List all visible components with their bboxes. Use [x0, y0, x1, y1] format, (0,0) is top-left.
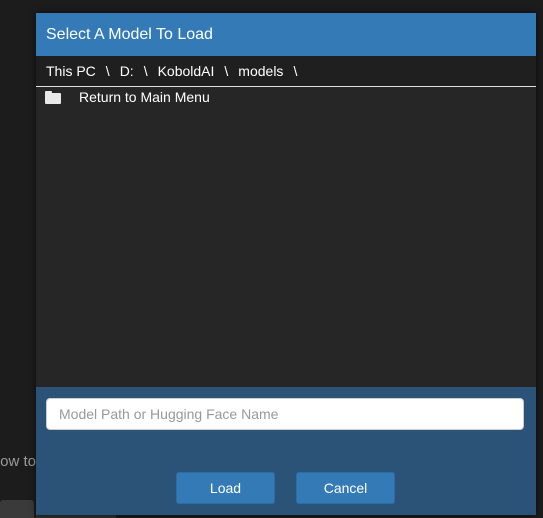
load-button[interactable]: Load: [176, 472, 275, 504]
list-item-label: Return to Main Menu: [79, 89, 210, 105]
background-text: elow to: [0, 453, 36, 470]
breadcrumb-item-this-pc[interactable]: This PC: [46, 63, 96, 79]
dialog-footer: Load Cancel: [36, 387, 536, 515]
breadcrumb-separator: \: [224, 63, 229, 79]
breadcrumb-separator: \: [105, 63, 110, 79]
breadcrumb-item-koboldai[interactable]: KoboldAI: [158, 63, 215, 79]
list-item-return-to-main-menu[interactable]: Return to Main Menu: [36, 87, 536, 107]
file-list: Return to Main Menu: [36, 87, 536, 387]
folder-icon: [45, 90, 61, 104]
load-model-dialog: Select A Model To Load This PC \ D: \ Ko…: [36, 13, 536, 515]
breadcrumb-item-drive-d[interactable]: D:: [120, 63, 134, 79]
breadcrumb-separator: \: [293, 63, 298, 79]
dialog-title: Select A Model To Load: [36, 13, 536, 56]
cancel-button[interactable]: Cancel: [296, 472, 395, 504]
breadcrumb-separator: \: [143, 63, 148, 79]
background-button: [0, 500, 34, 518]
breadcrumb-item-models[interactable]: models: [238, 63, 283, 79]
model-path-input[interactable]: [46, 398, 524, 430]
breadcrumb: This PC \ D: \ KoboldAI \ models \: [36, 56, 536, 87]
